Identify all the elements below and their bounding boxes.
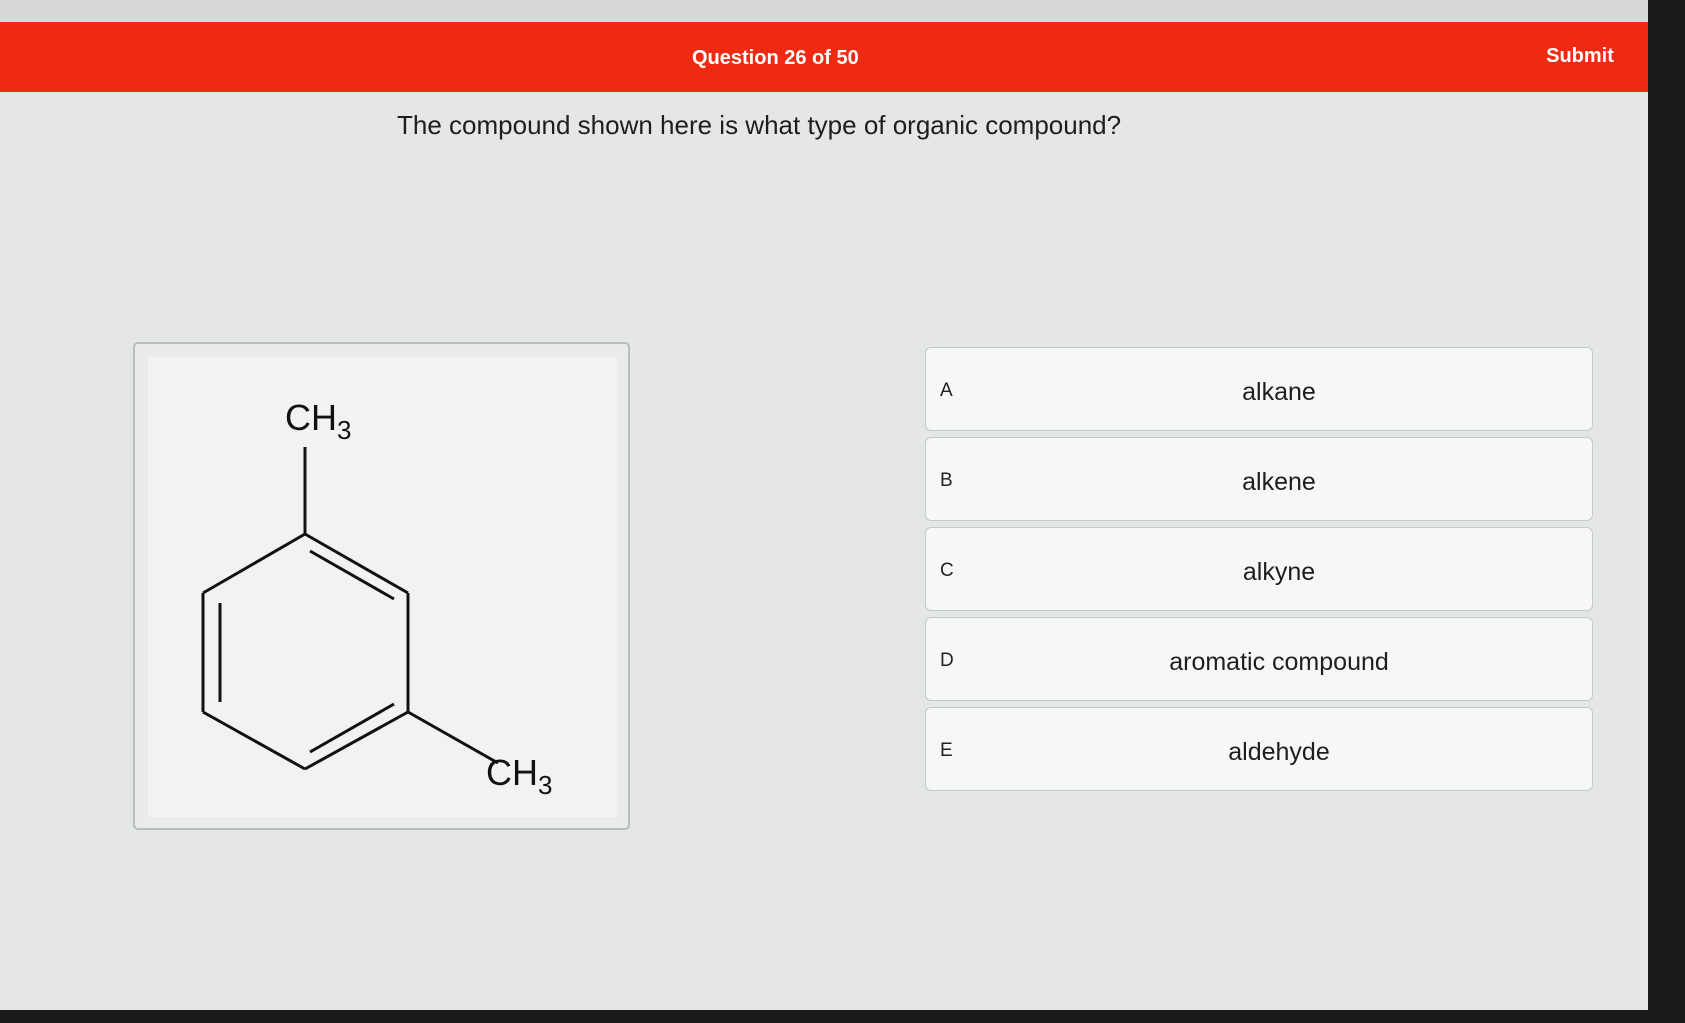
ring-bond (202, 710, 306, 771)
ring-bond (304, 532, 409, 595)
option-text: alkyne (1242, 558, 1316, 586)
option-letter: D (940, 650, 954, 671)
ring-bond (304, 710, 409, 771)
structure-canvas: CH3 CH3 (148, 357, 617, 817)
subscript-3: 3 (337, 415, 351, 445)
option-c[interactable]: C alkyne (925, 527, 1593, 611)
option-letter: E (940, 740, 953, 761)
ch-bottom: CH (486, 752, 538, 793)
methyl-label-bottom: CH3 (486, 752, 552, 800)
subscript-3: 3 (538, 770, 552, 800)
quiz-screen: Question 26 of 50 Submit The compound sh… (0, 0, 1648, 1010)
option-letter: C (940, 560, 954, 581)
question-progress: Question 26 of 50 (692, 47, 859, 69)
answer-options: A alkane B alkene C alkyne D aromatic co… (925, 347, 1593, 797)
double-bond (309, 549, 395, 601)
option-a[interactable]: A alkane (925, 347, 1593, 431)
structure-figure: CH3 CH3 (133, 342, 630, 830)
option-e[interactable]: E aldehyde (925, 707, 1593, 791)
methyl-label-top: CH3 (285, 397, 351, 445)
browser-strip (0, 0, 1648, 22)
question-text: The compound shown here is what type of … (397, 110, 1122, 140)
ch-top: CH (285, 397, 337, 438)
option-b[interactable]: B alkene (925, 437, 1593, 521)
option-text: alkane (1242, 378, 1316, 406)
option-letter: A (940, 380, 953, 401)
option-text: aldehyde (1228, 738, 1330, 766)
methyl-bond-bottom (407, 710, 499, 765)
submit-button[interactable]: Submit (1525, 38, 1635, 74)
option-d[interactable]: D aromatic compound (925, 617, 1593, 701)
option-letter: B (940, 470, 953, 491)
meta-xylene-structure: CH3 CH3 (201, 397, 552, 800)
ring-bond (202, 532, 306, 595)
option-text: aromatic compound (1169, 648, 1389, 676)
quiz-header: Question 26 of 50 Submit (0, 22, 1648, 92)
option-text: alkene (1242, 468, 1316, 496)
